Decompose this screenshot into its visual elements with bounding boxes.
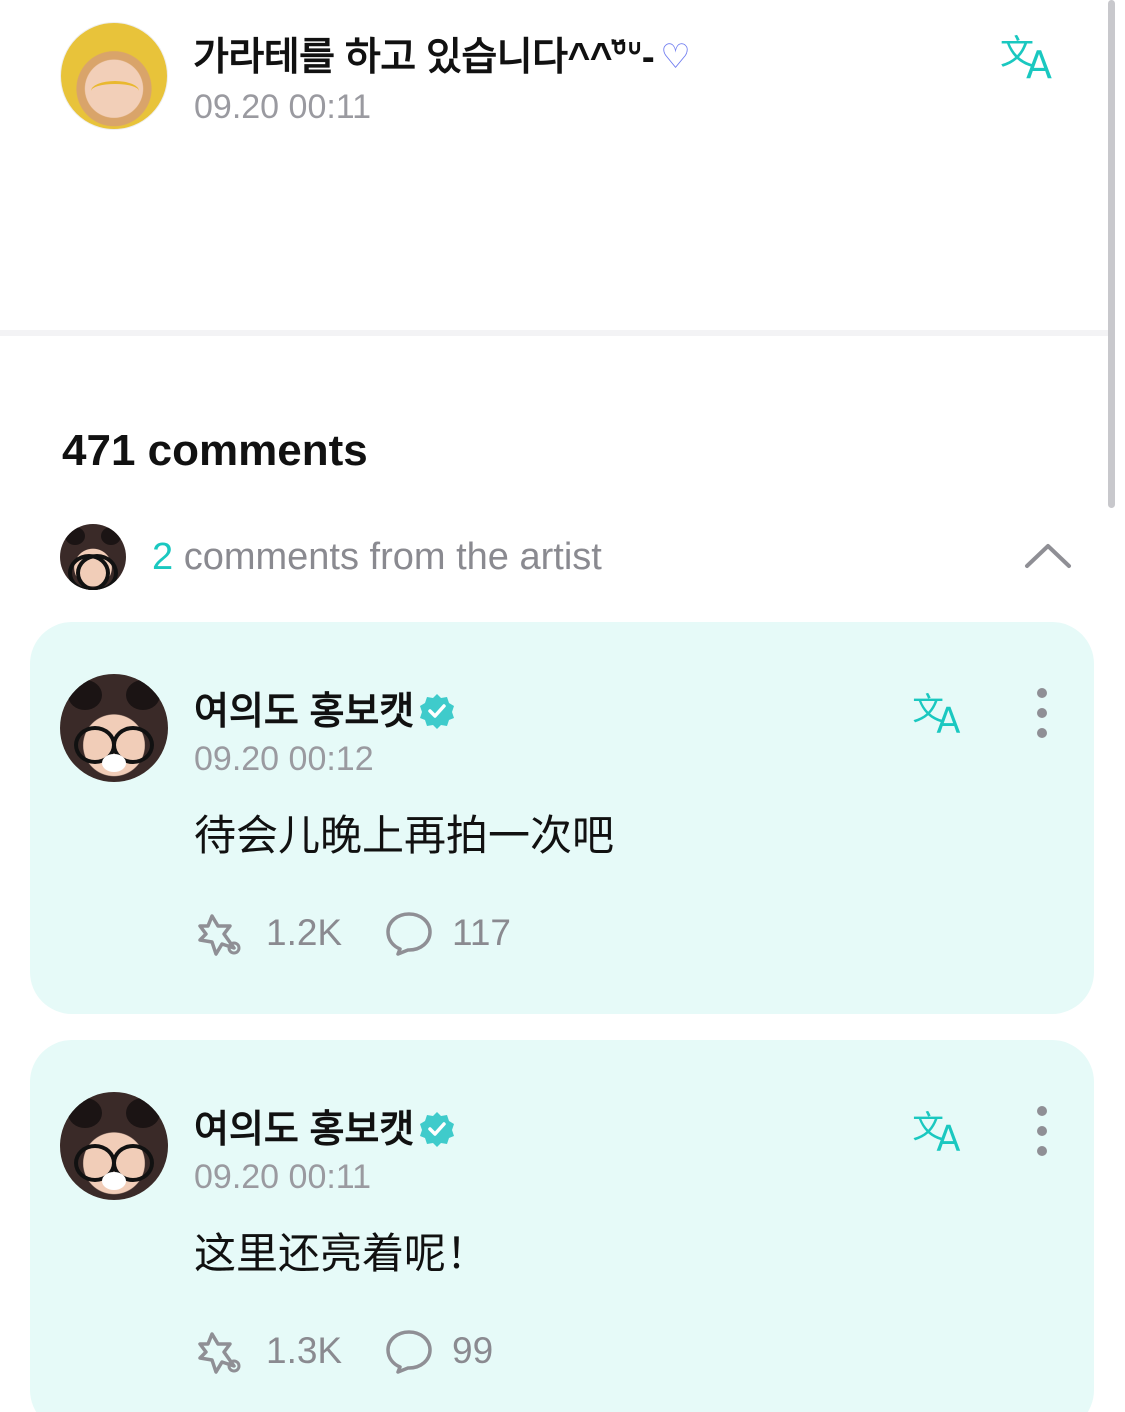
- scrollbar[interactable]: [1108, 0, 1115, 508]
- heart-icon: ♡: [660, 38, 691, 76]
- post-header: 가라테를 하고 있습니다^^ᐡ̆̈ᐡ- ♡ 09.20 00:11 文A: [0, 0, 1125, 330]
- comment-text: 待会儿晚上再拍一次吧: [194, 812, 615, 859]
- speech-bubble-icon[interactable]: [384, 1328, 434, 1374]
- post-title: 가라테를 하고 있습니다^^ᐡ̆̈ᐡ- ♡: [193, 26, 691, 82]
- speech-bubble-icon[interactable]: [384, 910, 434, 956]
- comment-author-avatar[interactable]: [60, 674, 168, 782]
- sparkle-like-icon[interactable]: [194, 910, 244, 956]
- post-title-text: 가라테를 하고 있습니다^^ᐡ̆̈ᐡ-: [193, 36, 655, 79]
- comment-actions: 1.2K 117: [194, 908, 794, 958]
- comment-author-name: 여의도 홍보캣: [194, 1109, 415, 1151]
- svg-text:A: A: [1026, 43, 1052, 82]
- artist-comments-count: 2: [152, 536, 174, 578]
- comment-actions: 1.3K 99: [194, 1326, 794, 1376]
- artist-comments-toggle[interactable]: 2 comments from the artist: [60, 522, 1080, 590]
- artist-mini-avatar: [60, 524, 126, 590]
- comment-author-name: 여의도 홍보캣: [194, 691, 415, 733]
- translate-icon[interactable]: 文A: [1000, 28, 1064, 87]
- verified-badge-icon: [420, 1112, 455, 1147]
- translate-icon[interactable]: 文A: [912, 686, 972, 741]
- more-vertical-icon[interactable]: [1030, 1106, 1054, 1156]
- comments-count-heading: 471 comments: [62, 426, 368, 475]
- comment-author[interactable]: 여의도 홍보캣: [194, 1098, 456, 1153]
- comment-author[interactable]: 여의도 홍보캣: [194, 680, 456, 735]
- artist-comments-label: 2 comments from the artist: [152, 536, 602, 579]
- verified-badge-icon: [420, 694, 455, 729]
- avatar-whisker-decoration: [91, 81, 139, 101]
- artist-comment-card: 여의도 홍보캣 09.20 00:11 这里还亮着呢！ 文A 1.3K 99: [30, 1040, 1094, 1412]
- sparkle-like-icon[interactable]: [194, 1328, 244, 1374]
- post-author-avatar[interactable]: [60, 22, 168, 130]
- translate-icon[interactable]: 文A: [912, 1104, 972, 1159]
- reply-count: 117: [452, 912, 511, 953]
- section-divider: [0, 330, 1110, 336]
- like-count: 1.2K: [266, 912, 343, 953]
- more-vertical-icon[interactable]: [1030, 688, 1054, 738]
- comment-author-avatar[interactable]: [60, 1092, 168, 1200]
- post-date: 09.20 00:11: [194, 88, 372, 126]
- svg-text:A: A: [936, 700, 960, 736]
- comment-text: 这里还亮着呢！: [194, 1230, 489, 1277]
- comment-date: 09.20 00:12: [194, 740, 374, 778]
- comment-date: 09.20 00:11: [194, 1158, 372, 1196]
- reply-count: 99: [452, 1330, 494, 1371]
- chevron-up-icon[interactable]: [1024, 540, 1072, 570]
- svg-text:A: A: [936, 1118, 960, 1154]
- artist-comment-card: 여의도 홍보캣 09.20 00:12 待会儿晚上再拍一次吧 文A 1.2K 1…: [30, 622, 1094, 1014]
- artist-comments-text: comments from the artist: [183, 536, 602, 578]
- like-count: 1.3K: [266, 1330, 343, 1371]
